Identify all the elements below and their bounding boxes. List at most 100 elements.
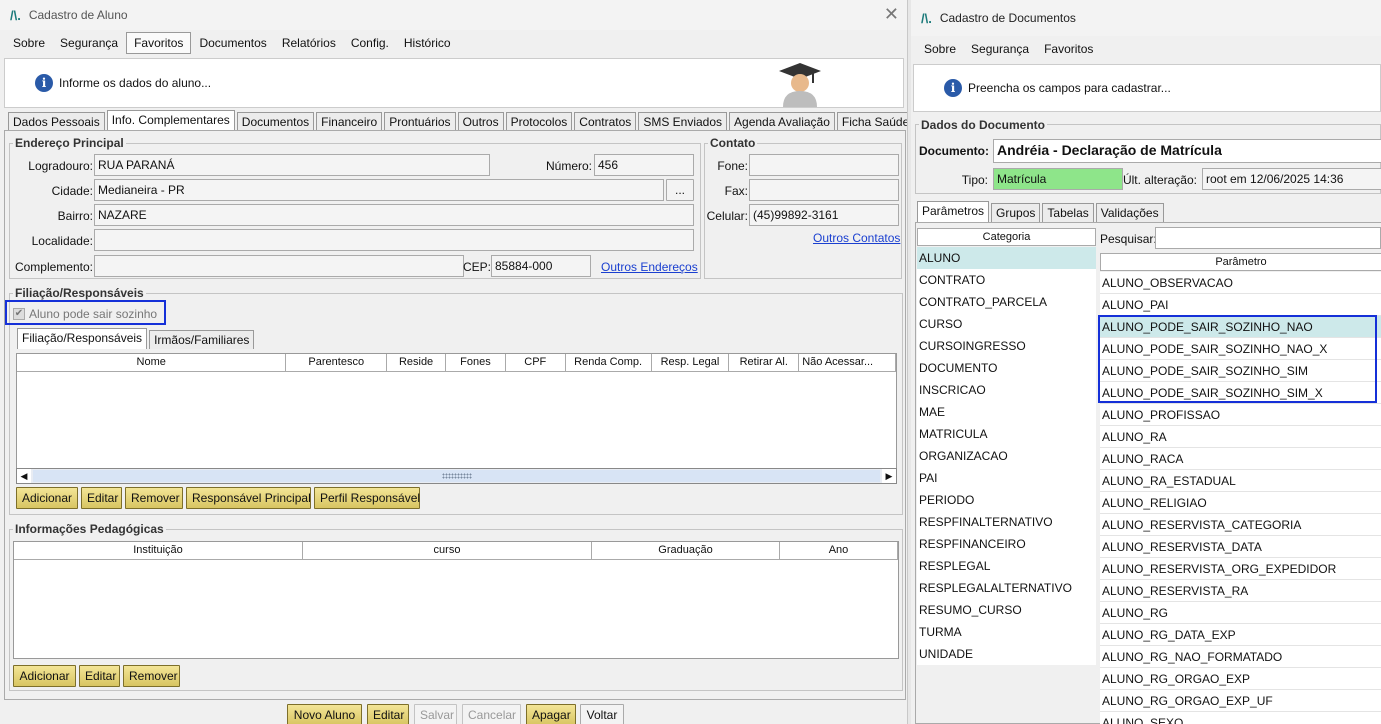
col-retirar-al[interactable]: Retirar Al.	[729, 354, 800, 371]
col-resp-legal[interactable]: Resp. Legal	[651, 354, 730, 371]
documento-field[interactable]: Andréia - Declaração de Matrícula	[993, 139, 1381, 163]
menu-config[interactable]: Config.	[344, 33, 396, 53]
celular-field[interactable]: (45)99892-3161	[749, 204, 899, 226]
filiacao-adicionar-button[interactable]: Adicionar	[16, 487, 78, 509]
apagar-button[interactable]: Apagar	[526, 704, 576, 724]
voltar-button[interactable]: Voltar	[580, 704, 624, 724]
close-icon[interactable]: ✕	[884, 4, 899, 25]
parametro-item[interactable]: ALUNO_RG_ORGAO_EXP_UF	[1100, 690, 1381, 712]
parametro-item[interactable]: ALUNO_PAI	[1100, 294, 1381, 316]
parametro-item[interactable]: ALUNO_RELIGIAO	[1100, 492, 1381, 514]
menu-documentos[interactable]: Documentos	[192, 33, 273, 53]
menu-favoritos[interactable]: Favoritos	[126, 32, 192, 54]
parametro-item[interactable]: ALUNO_RESERVISTA_DATA	[1100, 536, 1381, 558]
parametro-item[interactable]: ALUNO_RESERVISTA_CATEGORIA	[1100, 514, 1381, 536]
complemento-field[interactable]	[94, 255, 464, 277]
categoria-item[interactable]: UNIDADE	[917, 643, 1096, 665]
categoria-item[interactable]: RESPLEGALALTERNATIVO	[917, 577, 1096, 599]
menu-historico[interactable]: Histórico	[397, 33, 458, 53]
parametro-item[interactable]: ALUNO_RESERVISTA_RA	[1100, 580, 1381, 602]
menu-seguranca[interactable]: Segurança	[53, 33, 125, 53]
parametro-item[interactable]: ALUNO_RA_ESTADUAL	[1100, 470, 1381, 492]
localidade-field[interactable]	[94, 229, 694, 251]
pedagogicas-adicionar-button[interactable]: Adicionar	[13, 665, 76, 687]
col-nome[interactable]: Nome	[17, 354, 287, 371]
perfil-responsavel-button[interactable]: Perfil Responsável	[314, 487, 420, 509]
tab-outros[interactable]: Outros	[457, 112, 504, 131]
categoria-item[interactable]: CONTRATO	[917, 269, 1096, 291]
filiacao-remover-button[interactable]: Remover	[125, 487, 183, 509]
tab-tabelas[interactable]: Tabelas	[1042, 203, 1094, 222]
categoria-item[interactable]: PAI	[917, 467, 1096, 489]
col-graduacao[interactable]: Graduação	[592, 542, 780, 559]
menu-favoritos[interactable]: Favoritos	[1037, 39, 1100, 59]
tab-documentos[interactable]: Documentos	[236, 112, 315, 131]
categoria-item[interactable]: INSCRICAO	[917, 379, 1096, 401]
scroll-thumb[interactable]	[33, 470, 880, 482]
categoria-header[interactable]: Categoria	[917, 228, 1096, 246]
parametro-item[interactable]: ALUNO_PODE_SAIR_SOZINHO_SIM	[1100, 360, 1381, 382]
numero-field[interactable]: 456	[594, 154, 694, 176]
tab-grupos[interactable]: Grupos	[991, 203, 1041, 222]
categoria-item[interactable]: MATRICULA	[917, 423, 1096, 445]
scroll-left-icon[interactable]: ◀	[17, 469, 31, 483]
categoria-item[interactable]: MAE	[917, 401, 1096, 423]
parametro-item[interactable]: ALUNO_OBSERVACAO	[1100, 272, 1381, 294]
outros-contatos-link[interactable]: Outros Contatos	[813, 231, 900, 245]
cep-field[interactable]: 85884-000	[491, 255, 591, 277]
col-fones[interactable]: Fones	[446, 354, 506, 371]
parametro-item[interactable]: ALUNO_RACA	[1100, 448, 1381, 470]
responsavel-principal-button[interactable]: Responsável Principal	[186, 487, 311, 509]
tab-sms-enviados[interactable]: SMS Enviados	[638, 112, 728, 131]
parametro-item[interactable]: ALUNO_RG_NAO_FORMATADO	[1100, 646, 1381, 668]
tab-ficha-saude[interactable]: Ficha Saúde	[836, 112, 907, 131]
tab-filiacao-responsaveis[interactable]: Filiação/Responsáveis	[17, 328, 148, 349]
outros-enderecos-link[interactable]: Outros Endereços	[601, 260, 698, 274]
categoria-item[interactable]: ALUNO	[917, 247, 1096, 269]
bairro-field[interactable]: NAZARE	[94, 204, 694, 226]
tab-info-complementares[interactable]: Info. Complementares	[106, 110, 235, 131]
pedagogicas-editar-button[interactable]: Editar	[79, 665, 120, 687]
logradouro-field[interactable]: RUA PARANÁ	[94, 154, 490, 176]
salvar-button[interactable]: Salvar	[414, 704, 457, 724]
parametro-item[interactable]: ALUNO_PODE_SAIR_SOZINHO_SIM_X	[1100, 382, 1381, 404]
cancelar-button[interactable]: Cancelar	[462, 704, 521, 724]
tab-agenda-avaliacao[interactable]: Agenda Avaliação	[729, 112, 835, 131]
tab-irmaos-familiares[interactable]: Irmãos/Familiares	[149, 330, 255, 349]
categoria-item[interactable]: CONTRATO_PARCELA	[917, 291, 1096, 313]
filiacao-editar-button[interactable]: Editar	[81, 487, 122, 509]
menu-seguranca[interactable]: Segurança	[964, 39, 1036, 59]
tab-dados-pessoais[interactable]: Dados Pessoais	[8, 112, 105, 131]
col-nao-acessar[interactable]: Não Acessar...	[799, 354, 896, 371]
parametro-header[interactable]: Parâmetro	[1100, 253, 1381, 271]
menu-relatorios[interactable]: Relatórios	[275, 33, 343, 53]
parametro-item[interactable]: ALUNO_RESERVISTA_ORG_EXPEDIDOR	[1100, 558, 1381, 580]
parametro-item[interactable]: ALUNO_RA	[1100, 426, 1381, 448]
tipo-field[interactable]: Matrícula	[993, 168, 1123, 190]
sair-sozinho-checkbox[interactable]: ✔ Aluno pode sair sozinho	[13, 307, 157, 321]
categoria-item[interactable]: CURSOINGRESSO	[917, 335, 1096, 357]
col-parentesco[interactable]: Parentesco	[286, 354, 388, 371]
categoria-item[interactable]: RESUMO_CURSO	[917, 599, 1096, 621]
col-cpf[interactable]: CPF	[505, 354, 566, 371]
responsaveis-hscrollbar[interactable]: ◀ ▶	[16, 468, 897, 484]
parametro-item[interactable]: ALUNO_RG	[1100, 602, 1381, 624]
col-reside[interactable]: Reside	[387, 354, 446, 371]
fax-field[interactable]	[749, 179, 899, 201]
tab-contratos[interactable]: Contratos	[574, 112, 637, 131]
categoria-item[interactable]: ORGANIZACAO	[917, 445, 1096, 467]
col-renda-comp[interactable]: Renda Comp.	[565, 354, 652, 371]
novo-aluno-button[interactable]: Novo Aluno	[287, 704, 362, 724]
editar-button[interactable]: Editar	[367, 704, 409, 724]
parametro-item[interactable]: ALUNO_SEXO	[1100, 712, 1381, 724]
menu-sobre[interactable]: Sobre	[917, 39, 963, 59]
fone-field[interactable]	[749, 154, 899, 176]
pedagogicas-remover-button[interactable]: Remover	[123, 665, 180, 687]
categoria-item[interactable]: RESPLEGAL	[917, 555, 1096, 577]
menu-sobre[interactable]: Sobre	[6, 33, 52, 53]
parametro-item[interactable]: ALUNO_PROFISSAO	[1100, 404, 1381, 426]
tab-validacoes[interactable]: Validações	[1095, 203, 1164, 222]
categoria-item[interactable]: PERIODO	[917, 489, 1096, 511]
tab-protocolos[interactable]: Protocolos	[505, 112, 573, 131]
cidade-search-button[interactable]: ...	[666, 179, 694, 201]
